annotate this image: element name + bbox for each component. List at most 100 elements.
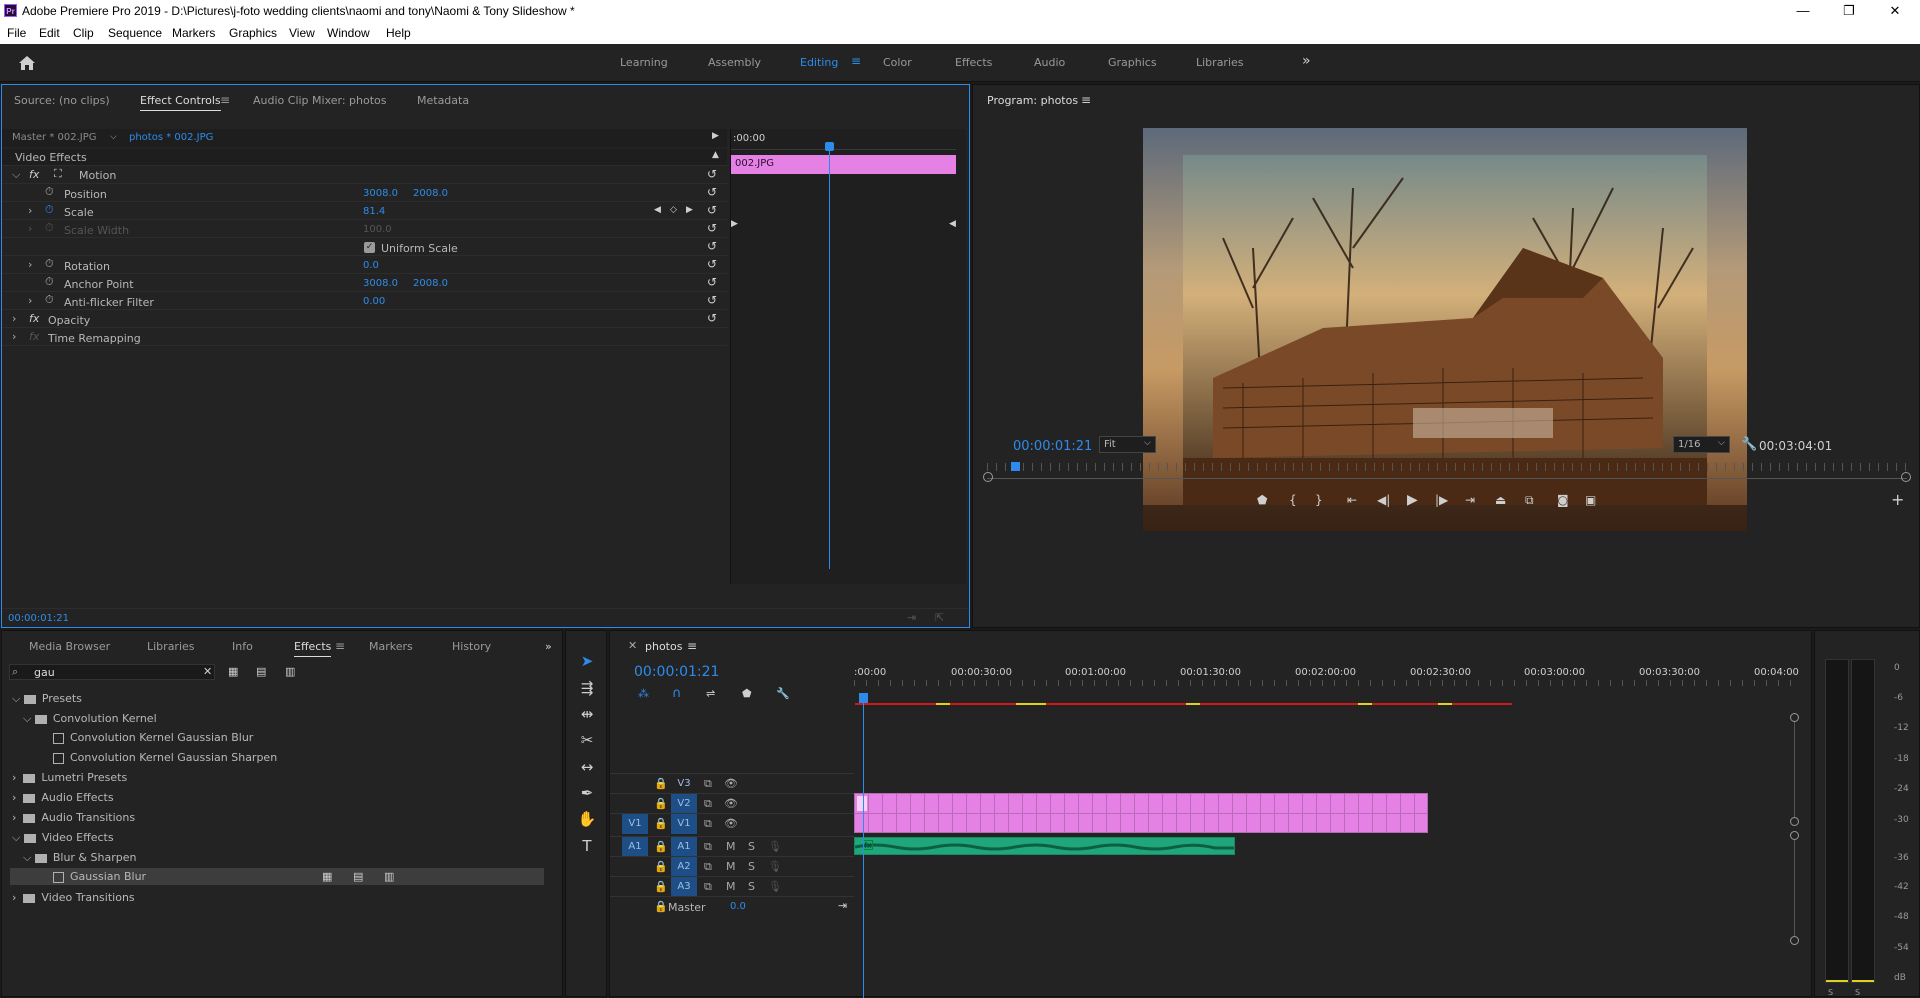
timeline-playhead-handle[interactable] bbox=[859, 693, 868, 703]
lock-icon[interactable]: 🔒 bbox=[654, 817, 668, 830]
play-triangle-icon[interactable]: ▶ bbox=[712, 131, 719, 141]
program-zoom-bar[interactable] bbox=[987, 478, 1907, 479]
tree-item[interactable]: ⌵ Video Effects bbox=[12, 831, 114, 845]
track-select-tool-icon[interactable]: ⇶ bbox=[576, 679, 598, 701]
resolution-dropdown[interactable]: 1/16 ⌵ bbox=[1673, 436, 1730, 453]
menu-file[interactable]: File bbox=[7, 26, 26, 40]
tree-item-selected[interactable]: Gaussian Blur ▦ ▤ ▥ bbox=[10, 868, 544, 885]
uniform-scale-checkbox[interactable]: ✓ bbox=[364, 242, 375, 253]
lift-icon[interactable]: ⏏ bbox=[1495, 493, 1506, 507]
sync-lock-icon[interactable]: ⧉ bbox=[704, 817, 712, 831]
audio-clip[interactable]: fx bbox=[854, 837, 1235, 855]
sync-lock-icon[interactable]: ⧉ bbox=[704, 860, 712, 874]
chevron-right-icon[interactable]: › bbox=[12, 312, 16, 325]
reset-icon[interactable]: ↺ bbox=[707, 185, 717, 199]
reset-icon[interactable]: ↺ bbox=[707, 221, 717, 235]
sequence-menu-icon[interactable]: ≡ bbox=[687, 639, 697, 653]
motion-transform-icon[interactable]: ⛶ bbox=[54, 167, 62, 181]
wrench-settings-icon[interactable]: 🔧 bbox=[1741, 437, 1757, 452]
workspace-libraries[interactable]: Libraries bbox=[1196, 56, 1244, 69]
eye-icon[interactable]: 👁 bbox=[724, 797, 738, 810]
go-to-out-icon[interactable]: ⇥ bbox=[1465, 493, 1475, 507]
timeline-settings-wrench-icon[interactable]: 🔧 bbox=[776, 687, 790, 700]
workspace-graphics[interactable]: Graphics bbox=[1108, 56, 1157, 69]
position-y-value[interactable]: 2008.0 bbox=[413, 188, 448, 199]
sync-lock-icon[interactable]: ⧉ bbox=[704, 797, 712, 811]
program-playhead[interactable] bbox=[1011, 462, 1020, 471]
tree-item[interactable]: ⌵ Convolution Kernel bbox=[23, 712, 157, 726]
lock-icon[interactable]: 🔒 bbox=[654, 777, 668, 790]
step-back-icon[interactable]: ◀| bbox=[1377, 493, 1390, 507]
reset-icon[interactable]: ↺ bbox=[707, 167, 717, 181]
menu-window[interactable]: Window bbox=[327, 26, 370, 40]
tree-item[interactable]: Convolution Kernel Gaussian Blur bbox=[53, 731, 253, 744]
track-label[interactable]: V1 bbox=[671, 814, 697, 834]
solo-button[interactable]: S bbox=[748, 840, 755, 853]
property-row-scale[interactable]: › ⏱ Scale 81.4 ◀ ◇ ▶ ↺ bbox=[2, 203, 727, 220]
anti-flicker-value[interactable]: 0.00 bbox=[363, 296, 385, 307]
reset-icon[interactable]: ↺ bbox=[707, 203, 717, 217]
source-patch-v1[interactable]: V1 bbox=[622, 814, 648, 834]
workspace-overflow-icon[interactable]: » bbox=[1302, 53, 1311, 69]
position-x-value[interactable]: 3008.0 bbox=[363, 188, 398, 199]
mute-button[interactable]: M bbox=[726, 860, 736, 873]
menu-view[interactable]: View bbox=[289, 26, 315, 40]
tab-effect-controls[interactable]: Effect Controls bbox=[140, 94, 221, 111]
property-row-anchor-point[interactable]: ⏱ Anchor Point 3008.0 2008.0 ↺ bbox=[2, 275, 727, 292]
effects-menu-icon[interactable]: ≡ bbox=[335, 639, 345, 653]
workspace-effects[interactable]: Effects bbox=[955, 56, 992, 69]
comparison-view-icon[interactable]: ▣ bbox=[1585, 493, 1596, 507]
add-marker-icon[interactable]: ⬟ bbox=[1257, 493, 1267, 507]
track-header-a3[interactable]: 🔒 A3 ⧉ M S 🎙 bbox=[610, 876, 854, 897]
tab-history[interactable]: History bbox=[452, 640, 491, 653]
solo-right-button[interactable]: S bbox=[1855, 988, 1860, 997]
lock-icon[interactable]: 🔒 bbox=[654, 797, 668, 810]
reset-icon[interactable]: ↺ bbox=[707, 311, 717, 325]
scale-value[interactable]: 81.4 bbox=[363, 206, 385, 217]
slip-tool-icon[interactable]: ↔ bbox=[576, 758, 598, 780]
add-keyframe-icon[interactable]: ◇ bbox=[670, 205, 677, 215]
workspace-color[interactable]: Color bbox=[883, 56, 912, 69]
chevron-right-icon[interactable]: › bbox=[12, 330, 16, 343]
anchor-y-value[interactable]: 2008.0 bbox=[413, 278, 448, 289]
pen-tool-icon[interactable]: ✒ bbox=[576, 784, 598, 806]
mark-out-icon[interactable]: } bbox=[1315, 493, 1323, 507]
microphone-icon[interactable]: 🎙 bbox=[768, 860, 782, 873]
stopwatch-icon[interactable]: ⏱ bbox=[45, 185, 54, 199]
master-clip-label[interactable]: Master * 002.JPG bbox=[12, 132, 97, 143]
track-header-v3[interactable]: 🔒 V3 ⧉ 👁 bbox=[610, 773, 854, 793]
time-remapping-row[interactable]: › fx Time Remapping bbox=[2, 329, 727, 346]
tree-item[interactable]: ⌵ Presets bbox=[12, 692, 82, 706]
video-scrollbar[interactable] bbox=[1794, 722, 1795, 817]
track-label[interactable]: V3 bbox=[671, 774, 697, 794]
reset-icon[interactable]: ↺ bbox=[707, 293, 717, 307]
hand-tool-icon[interactable]: ✋ bbox=[576, 810, 598, 832]
tab-effects[interactable]: Effects bbox=[294, 640, 332, 657]
restore-button[interactable]: ❐ bbox=[1826, 2, 1872, 20]
mute-button[interactable]: M bbox=[726, 880, 736, 893]
program-menu-icon[interactable]: ≡ bbox=[1081, 93, 1091, 107]
close-button[interactable]: ✕ bbox=[1872, 2, 1918, 20]
close-tab-icon[interactable]: ✕ bbox=[628, 639, 637, 652]
tab-source[interactable]: Source: (no clips) bbox=[14, 94, 110, 107]
chevron-right-icon[interactable]: › bbox=[28, 258, 32, 271]
tab-markers[interactable]: Markers bbox=[369, 640, 413, 653]
eye-icon[interactable]: 👁 bbox=[724, 777, 738, 790]
workspace-assembly[interactable]: Assembly bbox=[708, 56, 761, 69]
lock-icon[interactable]: 🔒 bbox=[654, 860, 668, 873]
menu-help[interactable]: Help bbox=[386, 26, 411, 40]
track-header-a1[interactable]: A1 🔒 A1 ⧉ M S 🎙 bbox=[610, 836, 854, 857]
tab-info[interactable]: Info bbox=[232, 640, 253, 653]
menu-markers[interactable]: Markers bbox=[172, 26, 215, 40]
track-header-a2[interactable]: 🔒 A2 ⧉ M S 🎙 bbox=[610, 856, 854, 877]
nest-sequence-icon[interactable]: ⁂ bbox=[638, 687, 649, 700]
track-label[interactable]: A1 bbox=[671, 837, 697, 857]
ripple-edit-tool-icon[interactable]: ⇹ bbox=[576, 705, 598, 727]
microphone-icon[interactable]: 🎙 bbox=[768, 840, 782, 853]
export-frame-camera-icon[interactable]: ◙ bbox=[1557, 493, 1569, 507]
sync-lock-icon[interactable]: ⧉ bbox=[704, 840, 712, 854]
selection-tool-icon[interactable]: ➤ bbox=[576, 652, 598, 674]
go-to-end-icon[interactable]: ⇥ bbox=[838, 899, 847, 912]
stopwatch-active-icon[interactable]: ⏱ bbox=[45, 203, 54, 217]
property-row-position[interactable]: ⏱ Position 3008.0 2008.0 ↺ bbox=[2, 185, 727, 202]
